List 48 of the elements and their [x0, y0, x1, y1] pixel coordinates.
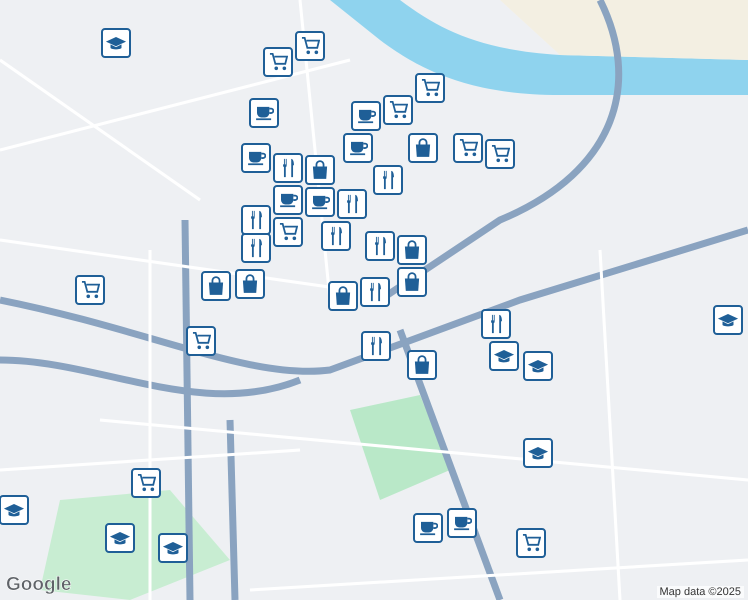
- map-pin[interactable]: [408, 133, 438, 163]
- map-pin[interactable]: [516, 528, 546, 558]
- map-pin[interactable]: [241, 143, 271, 173]
- map-pin[interactable]: [321, 221, 351, 251]
- map-pin[interactable]: [305, 155, 335, 185]
- map-pin[interactable]: [249, 98, 279, 128]
- map-pin[interactable]: [105, 523, 135, 553]
- map-pin[interactable]: [373, 165, 403, 195]
- map-pin[interactable]: [186, 326, 216, 356]
- map-pin[interactable]: [523, 351, 553, 381]
- map-pin[interactable]: [263, 47, 293, 77]
- map-pin[interactable]: [407, 350, 437, 380]
- map-pin[interactable]: [360, 277, 390, 307]
- google-logo: Google: [6, 574, 72, 596]
- map-pin[interactable]: [273, 217, 303, 247]
- map-pin[interactable]: [337, 189, 367, 219]
- map-pin[interactable]: [305, 187, 335, 217]
- map-pin[interactable]: [241, 233, 271, 263]
- map-pin[interactable]: [158, 533, 188, 563]
- map-pin[interactable]: [101, 28, 131, 58]
- map-pin[interactable]: [0, 495, 29, 525]
- map-pin[interactable]: [485, 139, 515, 169]
- map-pin[interactable]: [273, 185, 303, 215]
- map-pin[interactable]: [201, 271, 231, 301]
- map-pin[interactable]: [273, 153, 303, 183]
- map-pin[interactable]: [383, 95, 413, 125]
- map-pin[interactable]: [713, 305, 743, 335]
- map-pin[interactable]: [489, 341, 519, 371]
- map-pin[interactable]: [413, 513, 443, 543]
- map-pin[interactable]: [343, 133, 373, 163]
- map-pin[interactable]: [365, 231, 395, 261]
- map-pin[interactable]: [415, 73, 445, 103]
- map-pin[interactable]: [523, 438, 553, 468]
- map-pin[interactable]: [453, 133, 483, 163]
- map-attribution: Map data ©2025: [656, 586, 744, 598]
- map-pin[interactable]: [295, 31, 325, 61]
- map-pin[interactable]: [235, 269, 265, 299]
- map-pin[interactable]: [397, 235, 427, 265]
- map-pin[interactable]: [397, 267, 427, 297]
- map-pin[interactable]: [328, 281, 358, 311]
- map-pin[interactable]: [361, 331, 391, 361]
- map-pin[interactable]: [75, 275, 105, 305]
- map-pin[interactable]: [447, 508, 477, 538]
- map-pin[interactable]: [131, 468, 161, 498]
- map-view[interactable]: Google Map data ©2025: [0, 0, 748, 600]
- map-pin[interactable]: [241, 205, 271, 235]
- map-pin[interactable]: [481, 309, 511, 339]
- map-pin[interactable]: [351, 101, 381, 131]
